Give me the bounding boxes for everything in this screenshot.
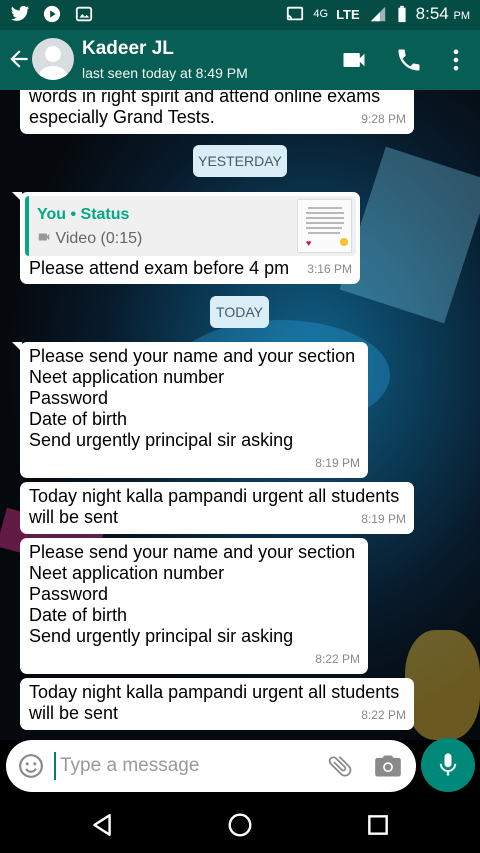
default-avatar-icon xyxy=(39,46,67,80)
message-bubble[interactable]: Please send your name and your section N… xyxy=(20,538,368,674)
date-chip-today: TODAY xyxy=(210,296,269,328)
status-thumbnail: ♥ xyxy=(297,199,352,253)
phone-icon[interactable] xyxy=(395,46,423,74)
message-bubble[interactable]: You • Status Video (0:15) ♥ Please atten… xyxy=(12,192,360,284)
message-bubble[interactable]: words in right spirit and attend online … xyxy=(20,90,414,134)
network-type: 4G xyxy=(313,8,329,20)
message-bubble[interactable]: Today night kalla pampandi urgent all st… xyxy=(20,482,414,534)
youtube-icon xyxy=(43,5,61,23)
message-text: Please send your name and your section N… xyxy=(29,542,356,646)
mic-button[interactable] xyxy=(421,738,475,792)
date-chip-yesterday: YESTERDAY xyxy=(193,145,287,177)
message-time: 8:19 PM xyxy=(315,456,360,470)
camera-icon[interactable] xyxy=(374,754,402,778)
svg-text:♥: ♥ xyxy=(306,238,311,248)
message-text: Today night kalla pampandi urgent all st… xyxy=(29,682,400,723)
wallpaper-kite xyxy=(339,146,480,324)
quote-kind: Video (0:15) xyxy=(37,228,142,249)
message-time: 8:22 PM xyxy=(361,708,406,722)
wallpaper-glow xyxy=(405,630,480,740)
cast-icon xyxy=(287,6,304,21)
nav-back-icon[interactable] xyxy=(89,812,115,838)
message-text: words in right spirit and attend online … xyxy=(29,90,381,127)
message-time: 9:28 PM xyxy=(361,112,406,126)
thumbnail-graphic: ♥ xyxy=(306,207,348,248)
contact-name[interactable]: Kadeer JL xyxy=(82,38,174,60)
message-text: Please attend exam before 4 pm xyxy=(29,258,290,278)
battery-icon xyxy=(398,5,406,23)
bubble-tail xyxy=(12,342,22,352)
quote-author: You • Status xyxy=(37,206,130,223)
attach-icon[interactable] xyxy=(326,752,354,780)
message-time: 8:19 PM xyxy=(361,512,406,526)
mic-icon xyxy=(439,753,457,776)
last-seen: last seen today at 8:49 PM xyxy=(82,65,248,81)
video-call-icon[interactable] xyxy=(340,46,368,74)
system-nav-bar xyxy=(0,796,480,853)
nav-recents-icon[interactable] xyxy=(365,812,391,838)
composer-bar xyxy=(6,740,416,792)
chat-area[interactable]: words in right spirit and attend online … xyxy=(0,90,480,740)
message-text: Please send your name and your section N… xyxy=(29,346,356,450)
quoted-status[interactable]: You • Status Video (0:15) ♥ xyxy=(25,196,356,256)
message-text: Today night kalla pampandi urgent all st… xyxy=(29,486,400,527)
signal-icon xyxy=(370,6,385,22)
more-vert-icon[interactable] xyxy=(442,46,470,74)
avatar[interactable] xyxy=(32,38,74,80)
chat-header: Kadeer JL last seen today at 8:49 PM xyxy=(0,30,480,90)
status-bar: 4G LTE 8:54 PM xyxy=(0,0,480,30)
lte-label: LTE xyxy=(336,6,360,22)
video-camera-icon xyxy=(38,233,50,241)
emoji-icon[interactable] xyxy=(18,753,44,779)
message-time: 3:16 PM xyxy=(307,262,352,276)
twitter-icon xyxy=(10,5,30,21)
message-input[interactable] xyxy=(54,752,314,780)
clock: 8:54 PM xyxy=(415,4,470,23)
message-bubble[interactable]: Today night kalla pampandi urgent all st… xyxy=(20,678,414,730)
message-time: 8:22 PM xyxy=(315,652,360,666)
nav-home-icon[interactable] xyxy=(227,812,253,838)
back-arrow-icon[interactable] xyxy=(6,46,32,72)
gallery-icon xyxy=(75,6,93,22)
bubble-tail xyxy=(12,192,22,202)
message-bubble[interactable]: Please send your name and your section N… xyxy=(12,342,368,478)
